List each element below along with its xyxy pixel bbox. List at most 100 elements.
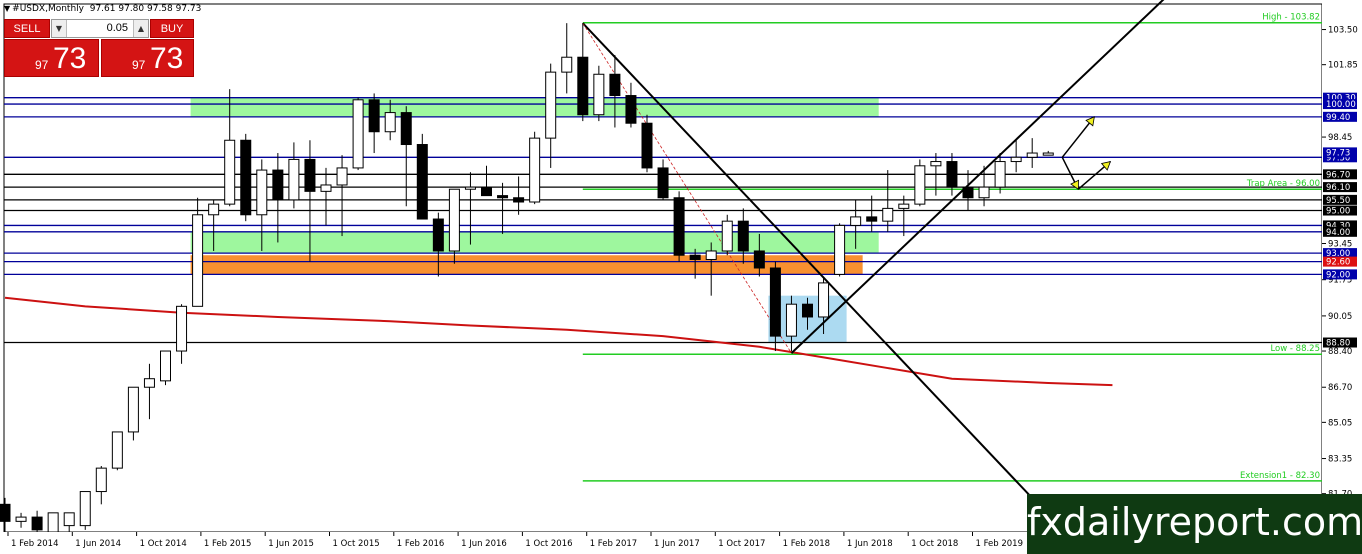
candle-body: [930, 161, 942, 167]
candle-body: [866, 216, 878, 222]
time-tick-label: 1 Oct 2015: [333, 539, 380, 549]
price-level-tag-label: 88.80: [1326, 339, 1350, 349]
candle-body: [384, 112, 396, 133]
price-tick-label: 86.70: [1328, 383, 1352, 393]
buy-price-small: 97: [132, 58, 146, 72]
candle-body: [47, 512, 59, 533]
green-support-zone: [190, 231, 879, 254]
chart-window[interactable]: High - 103.82 Trap Area - 96.00 Low - 88.2…: [0, 0, 1362, 554]
watermark-banner: fxdailyreport.com: [1027, 494, 1362, 554]
price-level-tag-label: 96.70: [1326, 170, 1350, 180]
candle-body: [160, 350, 171, 382]
candle-body: [625, 95, 637, 124]
price-tick-label: 90.05: [1328, 312, 1352, 322]
candle-body: [240, 139, 252, 216]
symbol-label: #USDX,Monthly: [12, 4, 84, 14]
candle-body: [224, 139, 236, 205]
price-level-tag-label: 99.40: [1326, 113, 1350, 123]
time-tick-label: 1 Jun 2015: [268, 539, 314, 549]
chart-title: ▼ #USDX,Monthly 97.61 97.80 97.58 97.73: [4, 4, 201, 14]
candle-body: [304, 158, 316, 192]
candle-body: [898, 203, 910, 209]
price-tick-label: 93.45: [1328, 240, 1352, 250]
fib-level-label: Extension1 - 82.30: [1240, 471, 1320, 481]
candle-body: [352, 99, 364, 169]
candle-body: [737, 220, 749, 252]
candle-body: [256, 169, 268, 216]
time-tick-label: 1 Oct 2018: [911, 539, 958, 549]
candle-body: [769, 267, 781, 337]
candle-body: [400, 112, 412, 146]
time-tick-label: 1 Oct 2017: [718, 539, 765, 549]
candle-body: [657, 167, 669, 199]
price-tick-label: 85.05: [1328, 418, 1352, 428]
time-tick-label: 1 Feb 2019: [976, 539, 1024, 549]
price-level-tag-label: 97.73: [1326, 148, 1350, 158]
candle-body: [288, 158, 300, 201]
candle-body: [561, 56, 573, 73]
arrow-down-icon[interactable]: ▼: [52, 20, 67, 37]
time-tick-label: 1 Feb 2018: [783, 539, 831, 549]
candle-body: [111, 431, 123, 469]
candle-body: [609, 73, 621, 97]
candle-body: [721, 220, 733, 252]
candle-body: [95, 467, 107, 493]
candle-body: [208, 203, 220, 216]
candle-body: [481, 186, 492, 197]
candle-body: [31, 516, 43, 531]
moving-average-line: [4, 296, 1113, 387]
candle-body: [336, 167, 348, 186]
candle-body: [818, 282, 830, 318]
candle-body: [946, 161, 958, 188]
price-chart[interactable]: High - 103.82 Trap Area - 96.00 Low - 88.2…: [0, 0, 1362, 554]
candle-body: [577, 56, 589, 116]
candle-body: [416, 144, 428, 220]
price-tick-label: 98.45: [1328, 133, 1352, 143]
candle-body: [802, 303, 813, 318]
candle-body: [994, 161, 1006, 188]
candle-body: [497, 195, 509, 199]
buy-price-button[interactable]: 97 73: [101, 39, 194, 77]
upper-resistance-zone: [190, 97, 879, 117]
candle-body: [673, 197, 685, 256]
price-level-tag-label: 100.00: [1326, 100, 1356, 110]
candle-body: [15, 516, 27, 522]
buy-price-big: 73: [150, 42, 184, 75]
candle-body: [978, 186, 990, 199]
price-tick-label: 88.40: [1328, 347, 1352, 357]
candle-body: [63, 512, 75, 527]
candle-body: [641, 122, 653, 169]
price-level-tag-label: 96.10: [1326, 183, 1350, 193]
price-level-tag-label: 92.00: [1326, 270, 1350, 280]
price-tick-label: 83.35: [1328, 455, 1352, 465]
time-tick-label: 1 Feb 2017: [590, 539, 638, 549]
arrow-up-icon[interactable]: ▲: [133, 20, 148, 37]
time-tick-label: 1 Jun 2018: [847, 539, 893, 549]
candle-body: [513, 197, 525, 203]
time-tick-label: 1 Feb 2016: [397, 539, 445, 549]
candle-body: [882, 207, 894, 222]
candle-body: [464, 186, 476, 190]
time-tick-label: 1 Oct 2016: [525, 539, 572, 549]
sell-price-button[interactable]: 97 73: [4, 39, 99, 77]
lot-size-input[interactable]: 0.05: [68, 20, 132, 37]
sell-price-small: 97: [35, 58, 49, 72]
candle-body: [368, 99, 380, 133]
buy-button[interactable]: BUY: [150, 19, 194, 38]
arrow-head-icon: [1085, 116, 1095, 127]
candle-body: [192, 214, 204, 307]
price-level-tag-label: 95.00: [1326, 207, 1350, 217]
candle-body: [272, 169, 284, 201]
triangle-down-icon: ▼: [4, 4, 11, 13]
candle-body: [705, 250, 717, 260]
one-click-trading-panel: SELL ▼ 0.05 ▲ BUY 97 73 97 73: [4, 19, 194, 77]
candle-body: [1010, 156, 1022, 163]
candle-body: [785, 303, 797, 337]
price-level-tag-label: 95.50: [1326, 196, 1350, 206]
sell-button[interactable]: SELL: [4, 19, 50, 38]
candle-body: [1026, 152, 1038, 158]
fib-guide-line: [582, 22, 792, 354]
time-tick-label: 1 Oct 2014: [140, 539, 187, 549]
lot-size-stepper[interactable]: ▼ 0.05 ▲: [51, 19, 149, 38]
fib-level-label: Trap Area - 96.00: [1246, 179, 1320, 189]
